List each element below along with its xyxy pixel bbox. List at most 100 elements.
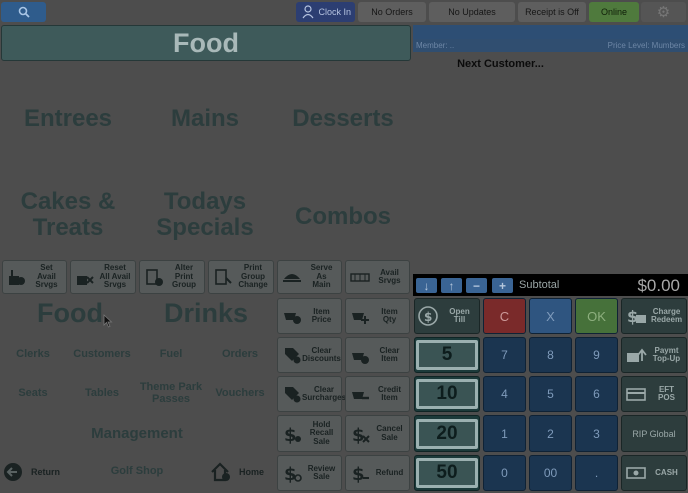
alter-print-label: Alter Print Group: [172, 263, 196, 290]
print-group-change-label: Print Group Change: [238, 263, 268, 290]
set-avail-srvgs-button[interactable]: Set Avail Srvgs: [2, 260, 67, 294]
key-6[interactable]: 6: [575, 376, 618, 412]
nav-seats[interactable]: Seats: [3, 387, 63, 400]
charge-redeem-button[interactable]: $ Charge Redeem: [621, 298, 687, 334]
no-updates-button[interactable]: No Updates: [429, 2, 515, 22]
reset-all-avail-srvgs-button[interactable]: Reset All Avail Srvgs: [70, 260, 136, 294]
nav-theme-park-passes[interactable]: Theme Park Passes: [136, 381, 206, 406]
review-sale-button[interactable]: $ Review Sale: [277, 455, 342, 491]
alter-print-group-button[interactable]: Alter Print Group: [139, 260, 205, 294]
search-button[interactable]: [1, 2, 46, 22]
open-till-button[interactable]: $ Open Till: [414, 298, 480, 334]
key-3[interactable]: 3: [575, 415, 618, 452]
category-cakes-treats[interactable]: Cakes & Treats: [10, 189, 126, 241]
clock-in-button[interactable]: Clock In: [296, 2, 355, 22]
serve-as-main-button[interactable]: Serve As Main: [277, 260, 342, 294]
no-orders-button[interactable]: No Orders: [358, 2, 426, 22]
cash-20-note: 20: [416, 418, 478, 449]
category-desserts[interactable]: Desserts: [283, 106, 403, 132]
cash-button[interactable]: CASH: [621, 455, 687, 491]
key-0[interactable]: 0: [483, 455, 526, 491]
key-8[interactable]: 8: [529, 337, 572, 373]
key-7[interactable]: 7: [483, 337, 526, 373]
reset-servings-icon: [77, 276, 94, 285]
hold-recall-label: Hold Recall Sale: [309, 419, 334, 446]
category-drinks[interactable]: Drinks: [148, 298, 264, 328]
no-orders-label: No Orders: [371, 7, 413, 17]
key-decimal[interactable]: .: [575, 455, 618, 491]
item-qty-button[interactable]: Item Qty: [345, 298, 410, 334]
category-mains[interactable]: Mains: [150, 106, 260, 132]
minus-icon: −: [472, 278, 480, 293]
counter-icon: [350, 273, 370, 282]
nav-management[interactable]: Management: [70, 425, 204, 442]
key-00[interactable]: 00: [529, 455, 572, 491]
item-price-label: Item Price: [311, 306, 332, 324]
cancel-x-button[interactable]: X: [529, 298, 572, 334]
gear-icon: ⚙: [656, 4, 671, 21]
reset-avail-label: Reset All Avail Srvgs: [99, 263, 131, 290]
eft-pos-button[interactable]: EFT POS: [621, 376, 687, 412]
nav-clerks[interactable]: Clerks: [3, 348, 63, 361]
open-till-label: Open Till: [449, 306, 470, 324]
category-combos[interactable]: Combos: [283, 204, 403, 230]
paymt-topup-label: Paymt Top-Up: [652, 345, 681, 363]
rip-global-button[interactable]: RIP Global: [621, 415, 687, 452]
nav-customers[interactable]: Customers: [70, 348, 134, 361]
paymt-topup-button[interactable]: Paymt Top-Up: [621, 337, 687, 373]
key-2[interactable]: 2: [529, 415, 572, 452]
subtotal-value: $0.00: [637, 276, 680, 295]
nav-golf-shop[interactable]: Golf Shop: [100, 465, 174, 478]
key-5[interactable]: 5: [529, 376, 572, 412]
print-group-change-button[interactable]: Print Group Change: [208, 260, 274, 294]
online-status-button[interactable]: Online: [589, 2, 639, 22]
item-price-button[interactable]: Item Price: [277, 298, 342, 334]
member-info-bar[interactable]: Member: .. Price Level: Mumbers: [413, 39, 688, 52]
settings-button[interactable]: ⚙: [641, 2, 686, 22]
refund-button[interactable]: $ Refund: [345, 455, 410, 491]
return-button[interactable]: Return: [3, 461, 69, 483]
category-entrees[interactable]: Entrees: [10, 106, 126, 132]
category-todays-specials[interactable]: Todays Specials: [140, 189, 270, 241]
cash-5-button[interactable]: 5: [414, 337, 480, 373]
no-updates-label: No Updates: [448, 7, 496, 17]
receipt-toggle-button[interactable]: Receipt is Off: [518, 2, 586, 22]
cash-50-button[interactable]: 50: [414, 455, 480, 491]
key-4[interactable]: 4: [483, 376, 526, 412]
clear-surcharges-button[interactable]: Clear Surcharges: [277, 376, 346, 412]
nav-orders[interactable]: Orders: [208, 348, 272, 361]
cash-10-button[interactable]: 10: [414, 376, 480, 412]
cancel-sale-button[interactable]: $ Cancel Sale: [345, 415, 410, 452]
clear-item-button[interactable]: Clear Item: [345, 337, 410, 373]
key-9[interactable]: 9: [575, 337, 618, 373]
scroll-up-button[interactable]: ↑: [441, 278, 462, 293]
nav-fuel[interactable]: Fuel: [140, 348, 202, 361]
category-todays-line2: Specials: [156, 213, 254, 241]
clear-item-icon: [352, 353, 369, 364]
clear-discounts-button[interactable]: Clear Discounts: [277, 337, 342, 373]
cash-label: CASH: [655, 467, 678, 477]
person-icon: [302, 5, 314, 19]
next-customer-label: Next Customer...: [457, 58, 544, 70]
topup-icon: [627, 348, 647, 362]
item-price-icon: [284, 313, 301, 324]
arrow-down-icon: ↓: [423, 278, 430, 293]
key-1[interactable]: 1: [483, 415, 526, 452]
hold-recall-sale-button[interactable]: $ Hold Recall Sale: [277, 415, 342, 452]
clear-c-button[interactable]: C: [483, 298, 526, 334]
back-arrow-icon: [4, 463, 22, 481]
clock-in-label: Clock In: [318, 7, 351, 17]
open-till-icon: $: [418, 306, 438, 326]
set-avail-label: Set Avail Srvgs: [35, 263, 58, 290]
credit-item-button[interactable]: Credit Item: [345, 376, 410, 412]
decrease-qty-button[interactable]: −: [466, 278, 487, 293]
nav-tables[interactable]: Tables: [70, 387, 134, 400]
scroll-down-button[interactable]: ↓: [416, 278, 437, 293]
home-button[interactable]: Home: [210, 461, 274, 483]
refund-dollar-icon: $: [352, 464, 369, 483]
increase-qty-button[interactable]: +: [492, 278, 513, 293]
ok-button[interactable]: OK: [575, 298, 618, 334]
avail-srvgs-button[interactable]: Avail Srvgs: [345, 260, 410, 294]
cash-20-button[interactable]: 20: [414, 415, 480, 452]
nav-vouchers[interactable]: Vouchers: [208, 387, 272, 400]
